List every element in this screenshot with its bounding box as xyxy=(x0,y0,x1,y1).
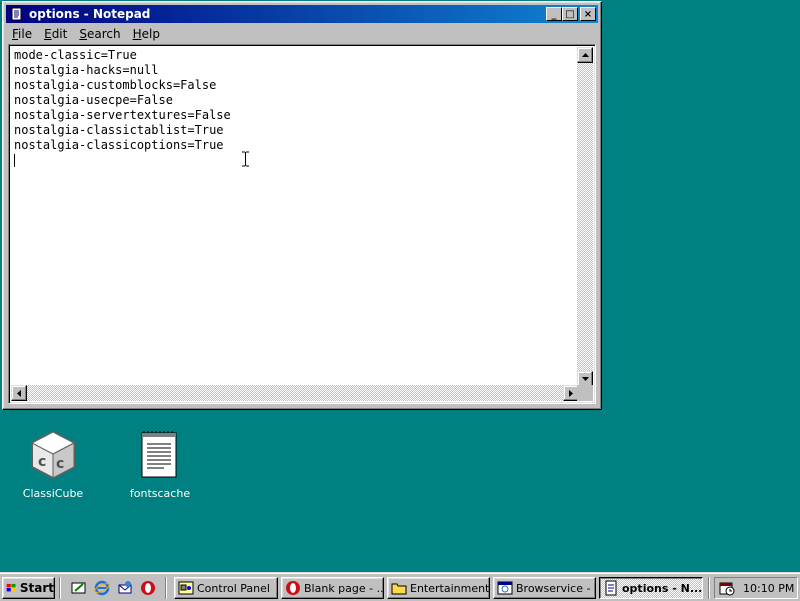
text-line: nostalgia-customblocks=False xyxy=(14,78,217,92)
i-beam-cursor-icon xyxy=(242,151,249,167)
menu-search-accel: S xyxy=(79,26,87,41)
system-tray: 10:10 PM xyxy=(714,577,798,599)
text-line: mode-classic=True xyxy=(14,48,137,62)
windows-logo-icon xyxy=(6,583,16,592)
menu-edit-accel: E xyxy=(44,26,52,41)
opera-icon xyxy=(286,581,300,595)
task-entertainment[interactable]: Entertainment xyxy=(387,577,490,599)
quick-launch-show-desktop[interactable] xyxy=(70,579,88,597)
quick-launch-internet-explorer[interactable] xyxy=(93,579,111,597)
text-line: nostalgia-hacks=null xyxy=(14,63,159,77)
title-bar[interactable]: options - Notepad _ □ × xyxy=(6,5,598,23)
task-scheduler-icon xyxy=(719,582,735,596)
control-panel-icon xyxy=(178,581,194,595)
quick-launch-outlook-express[interactable] xyxy=(116,579,134,597)
taskbar-separator xyxy=(59,577,61,599)
task-label: options - N... xyxy=(622,581,703,595)
text-line: nostalgia-classictablist=True xyxy=(14,123,224,137)
minimize-icon: _ xyxy=(551,8,557,20)
arrow-up-icon xyxy=(581,53,589,57)
notepad-window: options - Notepad _ □ × File Edit Search… xyxy=(2,1,602,410)
menu-help-accel: H xyxy=(132,26,142,41)
menu-help-label: elp xyxy=(141,26,160,41)
tray-scheduler[interactable] xyxy=(719,580,735,596)
task-label: Blank page - ... xyxy=(304,581,384,595)
taskbar: Start Control Panel Blank page - ... Ent… xyxy=(0,572,800,601)
menu-search[interactable]: Search xyxy=(73,27,126,41)
desktop-icon-label: fontscache xyxy=(129,487,191,500)
arrow-left-icon xyxy=(17,389,21,397)
svg-text:c: c xyxy=(56,456,64,472)
menu-search-label: earch xyxy=(86,26,121,41)
browser-window-icon xyxy=(497,581,513,595)
taskbar-separator xyxy=(165,577,167,599)
text-line: nostalgia-servertextures=False xyxy=(14,108,231,122)
close-icon: × xyxy=(583,8,593,20)
classicube-icon: c c xyxy=(30,430,76,480)
show-desktop-icon xyxy=(71,582,86,594)
vertical-scrollbar[interactable] xyxy=(577,47,593,387)
task-notepad-options[interactable]: options - N... xyxy=(599,577,703,599)
text-line: nostalgia-usecpe=False xyxy=(14,93,173,107)
desktop-icon-label: ClassiCube xyxy=(22,487,84,500)
size-grip[interactable] xyxy=(577,385,593,401)
close-button[interactable]: × xyxy=(580,7,596,21)
menu-file[interactable]: File xyxy=(6,27,38,41)
start-button[interactable]: Start xyxy=(2,577,55,599)
menu-edit[interactable]: Edit xyxy=(38,27,73,41)
start-label: Start xyxy=(19,581,54,595)
text-line: nostalgia-classicoptions=True xyxy=(14,138,224,152)
clock[interactable]: 10:10 PM xyxy=(743,582,794,595)
task-label: Control Panel xyxy=(197,581,270,595)
menu-help[interactable]: Help xyxy=(127,27,166,41)
task-browservice[interactable]: Browservice - ... xyxy=(493,577,596,599)
maximize-button[interactable]: □ xyxy=(562,7,578,21)
outlook-express-icon xyxy=(118,581,132,594)
maximize-icon: □ xyxy=(565,8,575,20)
opera-icon xyxy=(141,581,155,595)
text-editor[interactable]: mode-classic=True nostalgia-hacks=null nos… xyxy=(8,44,596,404)
task-label: Entertainment xyxy=(410,581,490,595)
menu-file-label: ile xyxy=(18,26,33,41)
desktop-icon-classicube[interactable]: c c ClassiCube xyxy=(13,430,93,500)
internet-explorer-icon xyxy=(94,580,110,596)
folder-icon xyxy=(391,583,407,595)
window-title: options - Notepad xyxy=(29,7,151,21)
text-document-icon xyxy=(141,431,177,478)
svg-text:c: c xyxy=(38,454,46,470)
notepad-icon[interactable] xyxy=(9,6,25,22)
task-control-panel[interactable]: Control Panel xyxy=(174,577,278,599)
task-opera-blank-page[interactable]: Blank page - ... xyxy=(281,577,384,599)
menu-bar: File Edit Search Help xyxy=(6,24,598,43)
text-caret xyxy=(14,154,15,167)
notepad-icon xyxy=(605,580,617,596)
minimize-button[interactable]: _ xyxy=(546,7,562,21)
task-label: Browservice - ... xyxy=(516,581,596,595)
taskbar-separator xyxy=(708,577,710,599)
scroll-left-button[interactable] xyxy=(11,385,27,401)
scroll-up-button[interactable] xyxy=(577,47,593,63)
horizontal-scrollbar[interactable] xyxy=(11,385,579,401)
menu-edit-label: dit xyxy=(51,26,68,41)
arrow-right-icon xyxy=(569,389,573,397)
editor-text[interactable]: mode-classic=True nostalgia-hacks=null nos… xyxy=(14,48,584,388)
arrow-down-icon xyxy=(581,377,589,381)
desktop-icon-fontscache[interactable]: fontscache xyxy=(120,430,200,500)
quick-launch-opera[interactable] xyxy=(139,579,157,597)
